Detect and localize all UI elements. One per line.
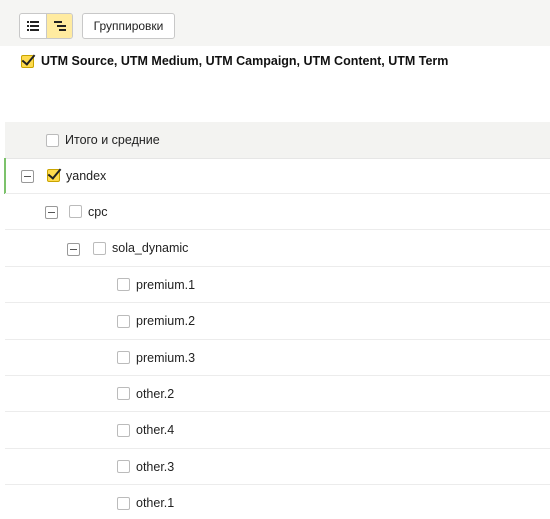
- tree-cell: cpc: [69, 194, 107, 229]
- tree-cell: other.3: [117, 449, 174, 484]
- row-checkbox[interactable]: [117, 496, 130, 510]
- tree-row[interactable]: sola_dynamic: [5, 231, 550, 267]
- tree-cell: yandex: [47, 158, 106, 193]
- toolbar: Группировки: [0, 0, 550, 46]
- collapse-toggle[interactable]: [67, 242, 80, 256]
- tree-cell: premium.2: [117, 304, 195, 339]
- collapse-toggle[interactable]: [45, 206, 58, 220]
- row-checkbox[interactable]: [93, 241, 106, 255]
- tree-cell: other.2: [117, 376, 174, 411]
- tree-row[interactable]: premium.1: [5, 267, 550, 304]
- list-view-button[interactable]: [20, 14, 46, 38]
- totals-label: Итого и средние: [65, 133, 160, 147]
- row-label: other.4: [136, 423, 175, 438]
- tree-row[interactable]: premium.2: [5, 304, 550, 340]
- grouping-checkbox[interactable]: [21, 54, 34, 68]
- tree-cell: premium.3: [117, 340, 195, 375]
- row-label: other.1: [136, 496, 175, 511]
- tree-view-button[interactable]: [46, 14, 72, 38]
- row-label: sola_dynamic: [112, 241, 189, 256]
- row-checkbox[interactable]: [117, 278, 130, 292]
- row-label: cpc: [88, 204, 108, 219]
- collapse-toggle[interactable]: [21, 170, 34, 183]
- tree-cell: premium.1: [117, 267, 195, 302]
- totals-checkbox[interactable]: [46, 133, 59, 147]
- tree-row[interactable]: premium.3: [5, 340, 550, 376]
- list-icon: [27, 21, 39, 31]
- tree-row[interactable]: other.3: [5, 449, 550, 486]
- tree-row[interactable]: cpc: [5, 194, 550, 231]
- tree-icon: [53, 21, 66, 31]
- row-checkbox[interactable]: [69, 205, 82, 219]
- row-label: premium.1: [136, 277, 196, 292]
- row-checkbox[interactable]: [47, 169, 60, 182]
- totals-cell: Итого и средние: [46, 122, 160, 158]
- row-label: premium.3: [136, 350, 196, 365]
- tree-row[interactable]: other.4: [5, 413, 550, 449]
- grouping-selection: UTM Source, UTM Medium, UTM Campaign, UT…: [21, 54, 448, 68]
- grouping-label: UTM Source, UTM Medium, UTM Campaign, UT…: [41, 54, 449, 68]
- view-mode-switch: [19, 13, 73, 39]
- row-checkbox[interactable]: [117, 351, 130, 364]
- tree-cell: other.1: [117, 486, 174, 519]
- row-label: premium.2: [136, 314, 196, 329]
- row-label: other.3: [136, 459, 175, 474]
- groupings-button[interactable]: Группировки: [82, 13, 175, 39]
- tree-cell: other.4: [117, 413, 174, 448]
- tree-row[interactable]: other.1: [5, 486, 550, 519]
- row-checkbox[interactable]: [117, 460, 130, 474]
- row-checkbox[interactable]: [117, 387, 130, 401]
- row-checkbox[interactable]: [117, 423, 130, 437]
- row-label: yandex: [66, 168, 107, 183]
- tree-row[interactable]: yandex: [5, 158, 550, 194]
- tree-row[interactable]: other.2: [5, 376, 550, 413]
- row-label: other.2: [136, 386, 175, 401]
- tree-cell: sola_dynamic: [93, 231, 188, 266]
- row-checkbox[interactable]: [117, 314, 130, 328]
- totals-row: Итого и средние: [5, 122, 550, 159]
